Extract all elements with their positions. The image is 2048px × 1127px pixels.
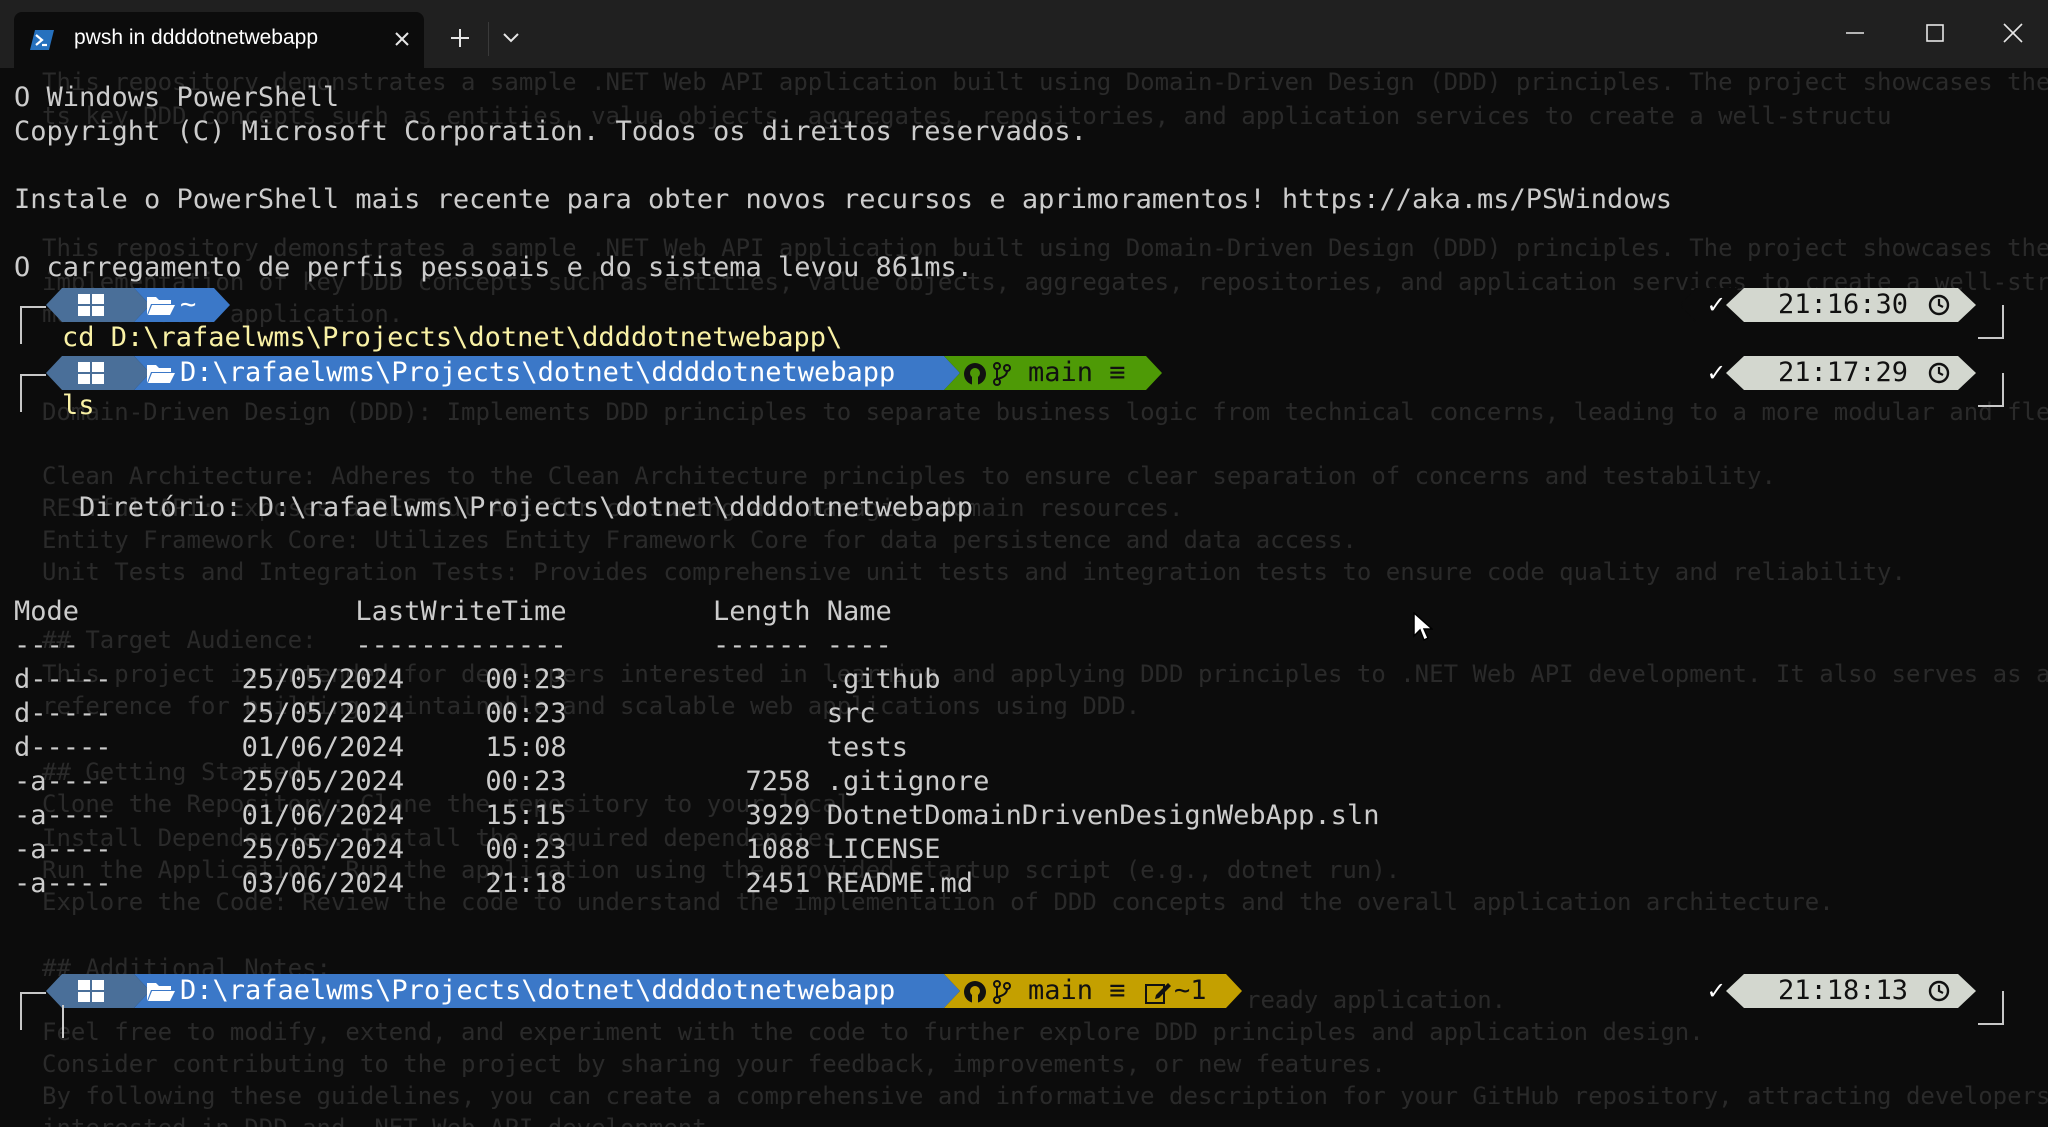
prompt-time: 21:18:13 [1778, 975, 1909, 1006]
maximize-icon [1926, 24, 1944, 42]
git-branch: main ≡ [1028, 357, 1126, 388]
ghost-text-line: This repository demonstrates a sample .N… [42, 68, 2048, 96]
status-check: ✓ [1708, 357, 1725, 388]
ghost-text-line: ready application. [1246, 986, 1507, 1014]
maximize-button[interactable] [1900, 0, 1970, 68]
mouse-pointer-icon [1413, 612, 1433, 642]
table-row: d----- 25/05/2024 00:23 src [14, 698, 876, 729]
ghost-text-line: Domain-Driven Design (DDD): Implements D… [42, 398, 2048, 426]
github-icon [964, 981, 986, 1003]
git-branch: main ≡ [1028, 975, 1126, 1006]
status-check: ✓ [1708, 975, 1725, 1006]
plus-icon[interactable] [448, 26, 472, 50]
table-row: -a---- 25/05/2024 00:23 1088 LICENSE [14, 834, 941, 865]
text-cursor [62, 1005, 64, 1038]
git-changes: ~1 [1174, 975, 1207, 1006]
banner-line: Instale o PowerShell mais recente para o… [14, 184, 1673, 215]
table-row: d----- 25/05/2024 00:23 .github [14, 664, 941, 695]
git-branch-icon [993, 980, 1011, 1004]
folder-open-icon [147, 365, 175, 383]
github-icon [964, 363, 986, 385]
ghost-text-line: By following these guidelines, you can c… [42, 1082, 2048, 1110]
table-row: -a---- 25/05/2024 00:23 7258 .gitignore [14, 766, 990, 797]
prompt-time: 21:17:29 [1778, 357, 1909, 388]
ghost-text-line: interested in DDD and .NET Web API devel… [42, 1114, 721, 1127]
windows-icon [78, 294, 104, 316]
clock-icon [1928, 294, 1950, 316]
powershell-icon [30, 30, 54, 50]
prompt-bracket [20, 306, 46, 344]
tab-separator [488, 22, 489, 56]
edit-icon [1145, 983, 1171, 1004]
prompt-time: 21:16:30 [1778, 289, 1909, 320]
banner-line: O Windows PowerShell [14, 82, 340, 113]
table-row: d----- 01/06/2024 15:08 tests [14, 732, 909, 763]
table-row: -a---- 01/06/2024 15:15 3929 DotnetDomai… [14, 800, 1380, 831]
prompt-bracket [1978, 305, 2004, 339]
window-close-button[interactable] [1978, 0, 2048, 68]
folder-open-icon [147, 983, 175, 1001]
table-header-underline: ---- ------------- ------ ---- [14, 630, 892, 661]
tab-pwsh[interactable]: pwsh in ddddotnetwebapp [14, 12, 424, 68]
clock-icon [1928, 980, 1950, 1002]
prompt-segments [46, 288, 230, 322]
directory-label: Diretório: D:\rafaelwms\Projects\dotnet\… [14, 492, 974, 523]
terminal-window: This repository demonstrates a sample .N… [0, 0, 2048, 1127]
prompt-bracket [20, 374, 46, 412]
ghost-text-line: Entity Framework Core: Utilizes Entity F… [42, 526, 1357, 554]
prompt-bracket [1978, 373, 2004, 407]
table-header: Mode LastWriteTime Length Name [14, 596, 892, 627]
ghost-text-line: Consider contributing to the project by … [42, 1050, 1386, 1078]
clock-icon [1928, 362, 1950, 384]
banner-line: O carregamento de perfis pessoais e do s… [14, 252, 974, 283]
close-icon[interactable] [390, 27, 414, 51]
table-row: -a---- 03/06/2024 21:18 2451 README.md [14, 868, 974, 899]
windows-icon [78, 362, 104, 384]
chevron-down-icon[interactable] [502, 32, 520, 44]
minimize-button[interactable] [1820, 0, 1890, 68]
prompt-command: cd D:\rafaelwms\Projects\dotnet\ddddotne… [62, 322, 843, 353]
prompt-bracket [1978, 991, 2004, 1025]
tab-title: pwsh in ddddotnetwebapp [74, 26, 319, 49]
ghost-text-line: Feel free to modify, extend, and experim… [42, 1018, 1704, 1046]
prompt-path: ~ [180, 289, 197, 320]
ghost-text-line: Unit Tests and Integration Tests: Provid… [42, 558, 1906, 586]
status-check: ✓ [1708, 289, 1725, 320]
prompt-path: D:\rafaelwms\Projects\dotnet\ddddotnetwe… [180, 975, 896, 1006]
title-bar: pwsh in ddddotnetwebapp [0, 0, 2048, 68]
windows-icon [78, 980, 104, 1002]
git-branch-icon [993, 362, 1011, 386]
prompt-command: ls [62, 390, 95, 421]
ghost-text-line: Clean Architecture: Adheres to the Clean… [42, 462, 1776, 490]
banner-line: Copyright (C) Microsoft Corporation. Tod… [14, 116, 1087, 147]
prompt-path: D:\rafaelwms\Projects\dotnet\ddddotnetwe… [180, 357, 896, 388]
prompt-bracket [20, 992, 46, 1030]
close-icon [2003, 23, 2023, 43]
minimize-icon [1846, 32, 1864, 34]
folder-open-icon [147, 297, 175, 315]
